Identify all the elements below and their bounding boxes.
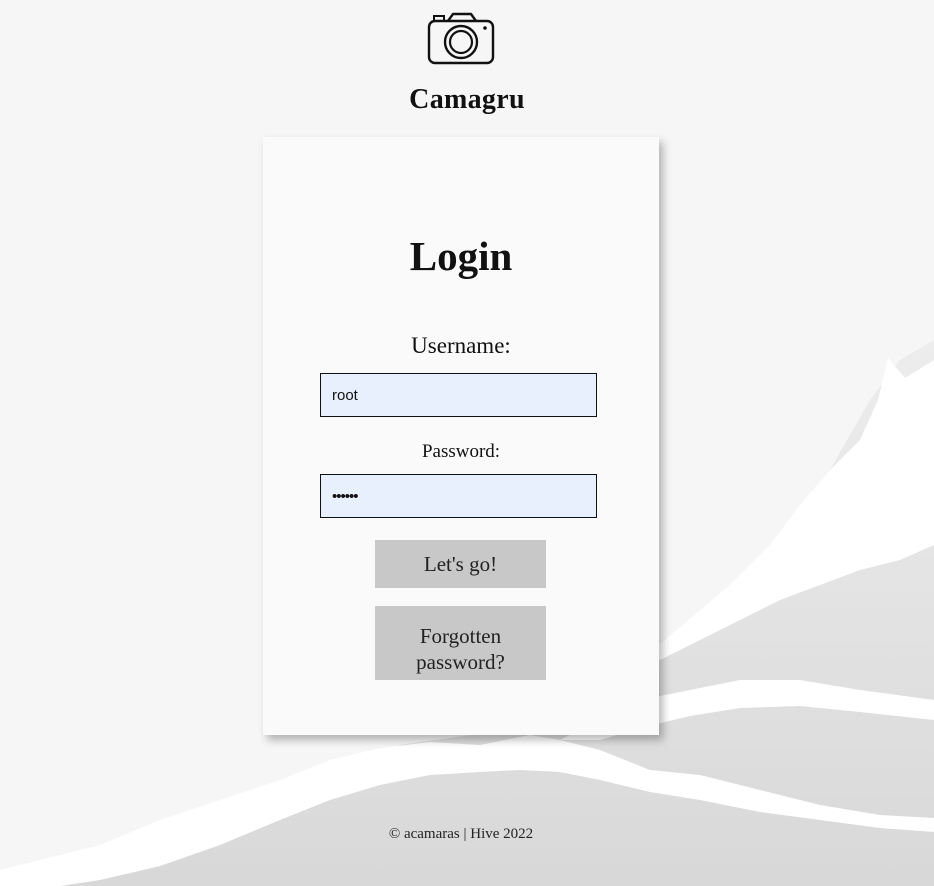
submit-button[interactable]: Let's go!: [375, 540, 546, 588]
password-input[interactable]: [320, 474, 597, 518]
login-title: Login: [409, 233, 513, 279]
app-name: Camagru: [409, 84, 525, 115]
footer-copyright: © acamaras | Hive 2022: [388, 826, 534, 842]
username-label: Username:: [411, 333, 511, 358]
password-label: Password:: [421, 441, 501, 462]
forgot-password-button[interactable]: Forgotten password?: [375, 606, 546, 680]
login-card: Login Username: Password: Let's go! Forg…: [263, 137, 659, 735]
camera-icon: [427, 12, 495, 65]
username-input[interactable]: [320, 373, 597, 417]
